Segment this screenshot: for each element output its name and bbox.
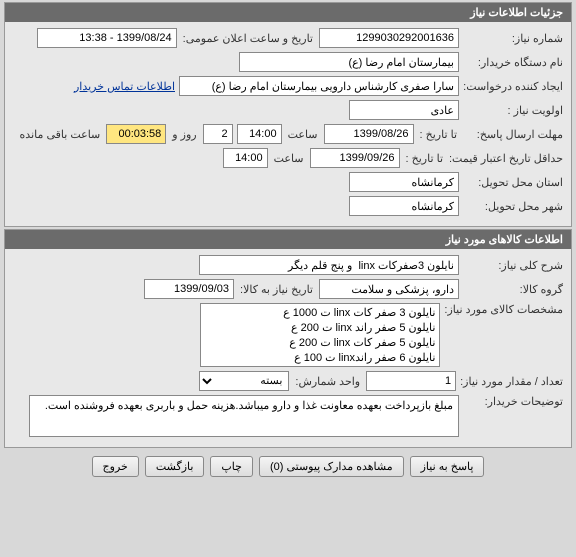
remain-label: ساعت باقی مانده: [18, 128, 103, 141]
city-label: شهر محل تحویل:: [463, 200, 563, 213]
list-item[interactable]: نایلون 5 صفر راند linx ت 200 ع: [202, 320, 438, 335]
qty-label: تعداد / مقدار مورد نیاز:: [460, 375, 563, 388]
remain-time-input: [106, 124, 166, 144]
back-button[interactable]: بازگشت: [145, 456, 205, 477]
unit-label: واحد شمارش:: [293, 375, 362, 388]
announce-input[interactable]: [37, 28, 177, 48]
goods-info-panel: اطلاعات کالاهای مورد نیاز شرح کلی نیاز: …: [4, 229, 572, 448]
buyer-label: نام دستگاه خریدار:: [463, 56, 563, 69]
priority-label: اولویت نیاز :: [463, 104, 563, 117]
group-input[interactable]: [319, 279, 459, 299]
need-number-input[interactable]: [319, 28, 459, 48]
days-input[interactable]: [203, 124, 233, 144]
need-info-body: شماره نیاز: تاریخ و ساعت اعلان عمومی: نا…: [5, 22, 571, 226]
province-input[interactable]: [349, 172, 459, 192]
to-date-label: تا تاریخ :: [418, 128, 459, 141]
spec-label: مشخصات کالای مورد نیاز:: [444, 303, 563, 316]
list-item[interactable]: نایلون 6 صفر راندlinx ت 100 ع: [202, 350, 438, 365]
button-bar: پاسخ به نیاز مشاهده مدارک پیوستی (0) چاپ…: [0, 450, 576, 487]
list-item[interactable]: نایلون 5 صفر کات linx ت 200 ع: [202, 335, 438, 350]
creator-label: ایجاد کننده درخواست:: [463, 80, 563, 93]
min-valid-time-label: ساعت: [272, 152, 306, 165]
min-valid-date-input[interactable]: [310, 148, 400, 168]
contact-link[interactable]: اطلاعات تماس خریدار: [74, 80, 175, 93]
unit-select[interactable]: بسته: [199, 371, 289, 391]
desc-label: شرح کلی نیاز:: [463, 259, 563, 272]
qty-input[interactable]: [366, 371, 456, 391]
deadline-date-input[interactable]: [324, 124, 414, 144]
deadline-time-input[interactable]: [237, 124, 282, 144]
min-valid-time-input[interactable]: [223, 148, 268, 168]
days-label: روز و: [170, 128, 198, 141]
need-number-label: شماره نیاز:: [463, 32, 563, 45]
goods-info-header: اطلاعات کالاهای مورد نیاز: [5, 230, 571, 249]
city-input[interactable]: [349, 196, 459, 216]
creator-input[interactable]: [179, 76, 459, 96]
exit-button[interactable]: خروج: [92, 456, 139, 477]
group-label: گروه کالا:: [463, 283, 563, 296]
notes-textarea[interactable]: [29, 395, 459, 437]
need-info-panel: جزئیات اطلاعات نیاز شماره نیاز: تاریخ و …: [4, 2, 572, 227]
deadline-time-label: ساعت: [286, 128, 320, 141]
attachments-button[interactable]: مشاهده مدارک پیوستی (0): [259, 456, 404, 477]
notes-label: توضیحات خریدار:: [463, 395, 563, 408]
announce-label: تاریخ و ساعت اعلان عمومی:: [181, 32, 315, 45]
spec-listbox[interactable]: نایلون 3 صفر کات linx ت 1000 ع نایلون 5 …: [200, 303, 440, 367]
print-button[interactable]: چاپ: [210, 456, 253, 477]
desc-input[interactable]: [199, 255, 459, 275]
need-date-input[interactable]: [144, 279, 234, 299]
priority-input[interactable]: [349, 100, 459, 120]
need-date-label: تاریخ نیاز به کالا:: [238, 283, 315, 296]
deadline-label: مهلت ارسال پاسخ:: [463, 128, 563, 141]
buyer-input[interactable]: [239, 52, 459, 72]
min-valid-to-date-label: تا تاریخ :: [404, 152, 445, 165]
goods-info-body: شرح کلی نیاز: گروه کالا: تاریخ نیاز به ک…: [5, 249, 571, 447]
reply-button[interactable]: پاسخ به نیاز: [410, 456, 485, 477]
list-item[interactable]: نایلون 3 صفر کات linx ت 1000 ع: [202, 305, 438, 320]
min-valid-label: حداقل تاریخ اعتبار قیمت:: [449, 152, 563, 165]
need-info-header: جزئیات اطلاعات نیاز: [5, 3, 571, 22]
province-label: استان محل تحویل:: [463, 176, 563, 189]
